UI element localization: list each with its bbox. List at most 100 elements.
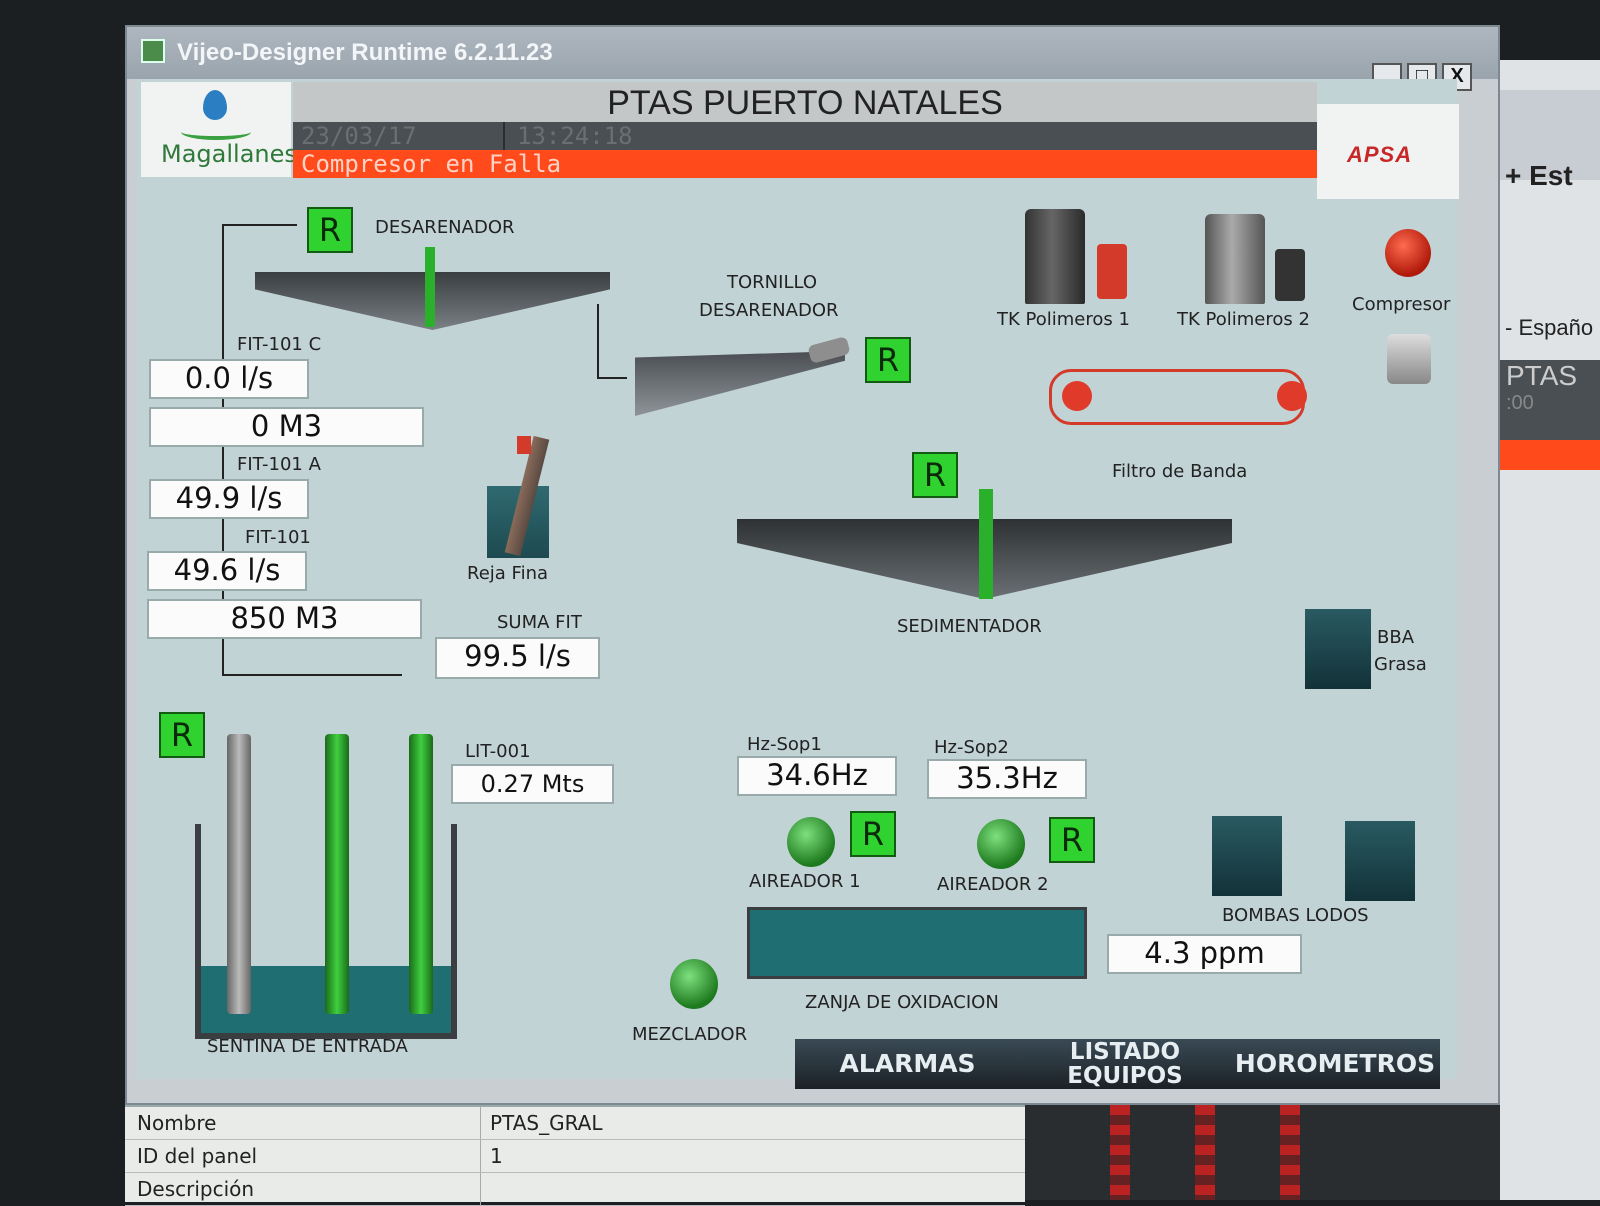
hz-sop2-label: Hz-Sop2 (934, 737, 1009, 758)
filtro-roller-icon (1277, 381, 1307, 411)
fit101c-total-value: 0 M3 (149, 407, 424, 447)
sentina-run-indicator[interactable]: R (159, 712, 205, 758)
filtro-roller-icon (1062, 381, 1092, 411)
tk-polimeros-2-label: TK Polimeros 2 (1177, 309, 1310, 330)
properties-panel: Nombre PTAS_GRAL ID del panel 1 Descripc… (125, 1105, 1025, 1206)
lit-001-label: LIT-001 (465, 741, 531, 762)
background-language[interactable]: - Españo (1505, 315, 1593, 341)
flow-line (222, 674, 402, 676)
bba-label: BBA (1377, 627, 1415, 648)
property-row: Descripción (125, 1173, 1025, 1206)
page-title: PTAS PUERTO NATALES (293, 82, 1317, 122)
tornillo-label-1: TORNILLO (727, 272, 818, 293)
aireador-2-icon[interactable] (977, 819, 1025, 869)
flow-line (597, 377, 627, 379)
window-title: Vijeo-Designer Runtime 6.2.11.23 (177, 39, 553, 66)
background-panel-dark (1025, 1105, 1500, 1200)
property-key: Nombre (137, 1111, 217, 1135)
hz-sop1-value: 34.6Hz (737, 756, 897, 796)
mezclador-label: MEZCLADOR (632, 1024, 748, 1045)
desarenador-label: DESARENADOR (375, 217, 515, 238)
date-display: 23/03/17 (301, 122, 417, 150)
bomba-lodos-1[interactable] (1212, 816, 1282, 896)
fit101-label: FIT-101 (245, 527, 311, 548)
listado-equipos-button[interactable]: LISTADO EQUIPOS (1020, 1039, 1230, 1089)
suma-fit-label: SUMA FIT (497, 612, 582, 633)
hz-sop2-value: 35.3Hz (927, 759, 1087, 799)
background-ptas: PTAS (1506, 360, 1578, 391)
sentina-pump-3[interactable] (409, 734, 433, 1014)
flow-line (222, 224, 297, 226)
flow-line (597, 304, 599, 379)
grasa-label: Grasa (1374, 654, 1427, 675)
reja-motor-icon (517, 436, 531, 454)
fit101a-flow-value: 49.9 l/s (149, 479, 309, 519)
title-bar[interactable]: Vijeo-Designer Runtime 6.2.11.23 (127, 27, 1498, 79)
tk-polimeros-2-tank[interactable] (1205, 214, 1265, 304)
time-display: 13:24:18 (503, 122, 717, 150)
bomba-lodos-2[interactable] (1345, 821, 1415, 901)
mezclador-icon[interactable] (670, 959, 718, 1009)
property-row: Nombre PTAS_GRAL (125, 1107, 1025, 1140)
sedimentador-run-indicator[interactable]: R (912, 452, 958, 498)
logo-text: Magallanes (161, 140, 297, 168)
valve-icon[interactable] (1387, 334, 1431, 384)
sedimentador-shaft (979, 489, 993, 599)
fit101c-label: FIT-101 C (237, 334, 322, 355)
tk-polimeros-1-tank[interactable] (1025, 209, 1085, 304)
alarm-banner[interactable]: Compresor en Falla (293, 150, 1325, 178)
fit101-flow-value: 49.6 l/s (147, 551, 307, 591)
property-key: ID del panel (137, 1144, 258, 1168)
background-alarm-strip (1500, 440, 1600, 470)
tk-polimeros-1-label: TK Polimeros 1 (997, 309, 1130, 330)
aireador-1-run-indicator[interactable]: R (850, 811, 896, 857)
sentina-label: SENTINA DE ENTRADA (207, 1036, 408, 1057)
property-value[interactable]: 1 (490, 1144, 503, 1168)
sentina-pump-1[interactable] (227, 734, 251, 1014)
fit101-total-value: 850 M3 (147, 599, 422, 639)
equipos-label: EQUIPOS (1067, 1063, 1183, 1089)
hz-sop1-label: Hz-Sop1 (747, 734, 822, 755)
aireador-2-run-indicator[interactable]: R (1049, 817, 1095, 863)
magallanes-logo: Magallanes (141, 82, 297, 177)
hmi-screen: Magallanes PTAS PUERTO NATALES 23/03/17 … (137, 79, 1459, 1089)
desarenador-shaft (425, 247, 435, 327)
compresor-icon[interactable] (1385, 229, 1431, 277)
app-icon (141, 39, 165, 63)
suma-fit-value: 99.5 l/s (435, 637, 600, 679)
bombas-lodos-label: BOMBAS LODOS (1222, 905, 1369, 926)
logo-text: APSA (1347, 142, 1413, 167)
aireador-1-label: AIREADOR 1 (749, 871, 861, 892)
compresor-label: Compresor (1352, 294, 1451, 315)
background-time: :00 (1506, 392, 1534, 414)
runtime-window: Vijeo-Designer Runtime 6.2.11.23 _ □ X M… (125, 25, 1500, 1105)
tornillo-label-2: DESARENADOR (699, 300, 839, 321)
fit101a-label: FIT-101 A (237, 454, 321, 475)
alarmas-button[interactable]: ALARMAS (795, 1039, 1020, 1089)
tk2-pump-icon (1275, 249, 1305, 301)
filtro-de-banda-label: Filtro de Banda (1112, 461, 1248, 482)
zanja-de-oxidacion-tank[interactable] (747, 907, 1087, 979)
tornillo-run-indicator[interactable]: R (865, 337, 911, 383)
header-panel: PTAS PUERTO NATALES 23/03/17 13:24:18 Co… (293, 82, 1325, 178)
ppm-value: 4.3 ppm (1107, 934, 1302, 974)
lit-001-value: 0.27 Mts (451, 764, 614, 804)
background-window: + Est - Españo PTAS :00 (1500, 60, 1600, 1200)
property-row: ID del panel 1 (125, 1140, 1025, 1173)
property-key: Descripción (137, 1177, 255, 1201)
horometros-button[interactable]: HOROMETROS (1230, 1039, 1440, 1089)
sentina-pump-2[interactable] (325, 734, 349, 1014)
background-header: PTAS :00 (1500, 360, 1600, 440)
background-plus-label[interactable]: + Est (1505, 160, 1573, 192)
sedimentador-label: SEDIMENTADOR (897, 616, 1042, 637)
bba-grasa-pump[interactable] (1305, 609, 1371, 689)
aireador-1-icon[interactable] (787, 817, 835, 867)
fit101c-flow-value: 0.0 l/s (149, 359, 309, 399)
desarenador-run-indicator[interactable]: R (307, 207, 353, 253)
aireador-2-label: AIREADOR 2 (937, 874, 1049, 895)
zanja-label: ZANJA DE OXIDACION (805, 992, 999, 1013)
property-value[interactable]: PTAS_GRAL (490, 1111, 603, 1135)
reja-fina-label: Reja Fina (467, 563, 549, 584)
apsa-logo: APSA (1317, 104, 1459, 199)
listado-label: LISTADO (1069, 1039, 1181, 1065)
